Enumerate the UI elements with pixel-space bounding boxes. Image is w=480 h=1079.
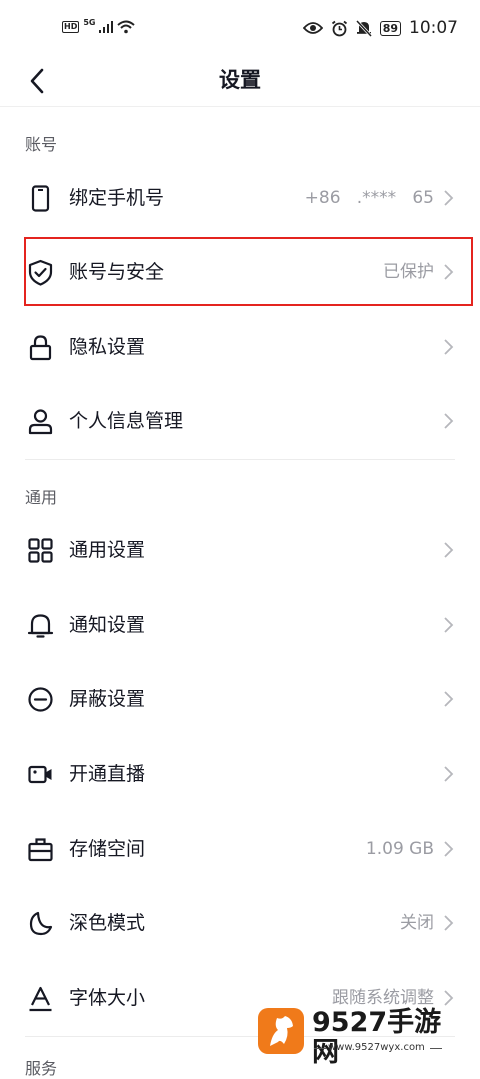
chevron-right-icon [444,339,454,355]
chevron-right-icon [444,915,454,931]
row-account-security[interactable]: 账号与安全 已保护 [0,235,480,309]
briefcase-icon [28,838,53,862]
section-header-next: 服务 [25,1059,58,1078]
chevron-right-icon [444,766,454,782]
horse-logo-icon [270,1016,293,1046]
row-open-live[interactable]: 开通直播 [0,737,480,811]
row-privacy-settings[interactable]: 隐私设置 [0,310,480,384]
video-camera-icon [28,765,52,784]
row-personal-info[interactable]: 个人信息管理 [0,384,480,458]
row-dark-mode[interactable]: 深色模式 关闭 [0,886,480,960]
row-label: 字体大小 [69,987,146,1009]
nav-bar: 设置 [0,56,480,107]
chevron-right-icon [444,691,454,707]
section-header-general: 通用 [25,488,58,507]
lock-icon [29,335,52,361]
row-value: 关闭 [400,913,434,933]
watermark-line-left [314,1048,326,1049]
wifi-icon [117,20,136,34]
watermark-url: www.9527wyx.com [328,1042,425,1053]
row-value: +86 .**** 65 [304,188,434,208]
row-label: 开通直播 [69,763,146,785]
row-label: 通用设置 [69,539,146,561]
chevron-right-icon [444,841,454,857]
row-block-settings[interactable]: 屏蔽设置 [0,662,480,736]
row-label: 存储空间 [69,838,146,860]
row-storage[interactable]: 存储空间 1.09 GB [0,812,480,886]
moon-icon [29,911,53,936]
row-label: 屏蔽设置 [69,688,146,710]
person-icon [28,409,53,435]
row-value: 已保护 [383,262,434,282]
status-time: 10:07 [409,18,458,38]
phone-icon [31,185,50,212]
watermark: 9527手游网 www.9527wyx.com [258,1004,458,1068]
signal-icon [99,21,114,33]
section-header-account: 账号 [25,135,58,154]
chevron-right-icon [444,413,454,429]
status-right: 89 10:07 [302,18,458,38]
row-label: 绑定手机号 [69,187,165,209]
font-icon [29,986,52,1012]
page-title: 设置 [219,68,261,92]
row-value: 1.09 GB [365,839,434,859]
watermark-logo [258,1008,304,1054]
row-general-settings[interactable]: 通用设置 [0,513,480,587]
battery-level: 89 [379,20,401,36]
status-left: HD 5G [62,17,136,34]
minus-circle-icon [28,687,53,712]
watermark-title: 9527手游网 [312,1007,442,1068]
row-label: 通知设置 [69,614,146,636]
section-divider [25,459,455,460]
alarm-icon [331,20,347,36]
hd-badge: HD [62,21,80,33]
mute-bell-icon [355,19,372,37]
grid-icon [28,538,53,563]
network-type: 5G [83,17,96,27]
row-bind-phone[interactable]: 绑定手机号 +86 .**** 65 [0,161,480,235]
row-label: 个人信息管理 [69,410,184,432]
watermark-line-right [430,1048,442,1049]
status-bar: HD 5G 89 10:07 [0,0,480,56]
row-label: 账号与安全 [69,261,165,283]
chevron-right-icon [444,264,454,280]
chevron-right-icon [444,542,454,558]
chevron-right-icon [444,617,454,633]
chevron-right-icon [444,190,454,206]
shield-check-icon [28,259,53,286]
eye-icon [302,22,323,34]
row-label: 隐私设置 [69,336,146,358]
bell-icon [27,614,54,638]
row-notification-settings[interactable]: 通知设置 [0,588,480,662]
row-label: 深色模式 [69,912,146,934]
